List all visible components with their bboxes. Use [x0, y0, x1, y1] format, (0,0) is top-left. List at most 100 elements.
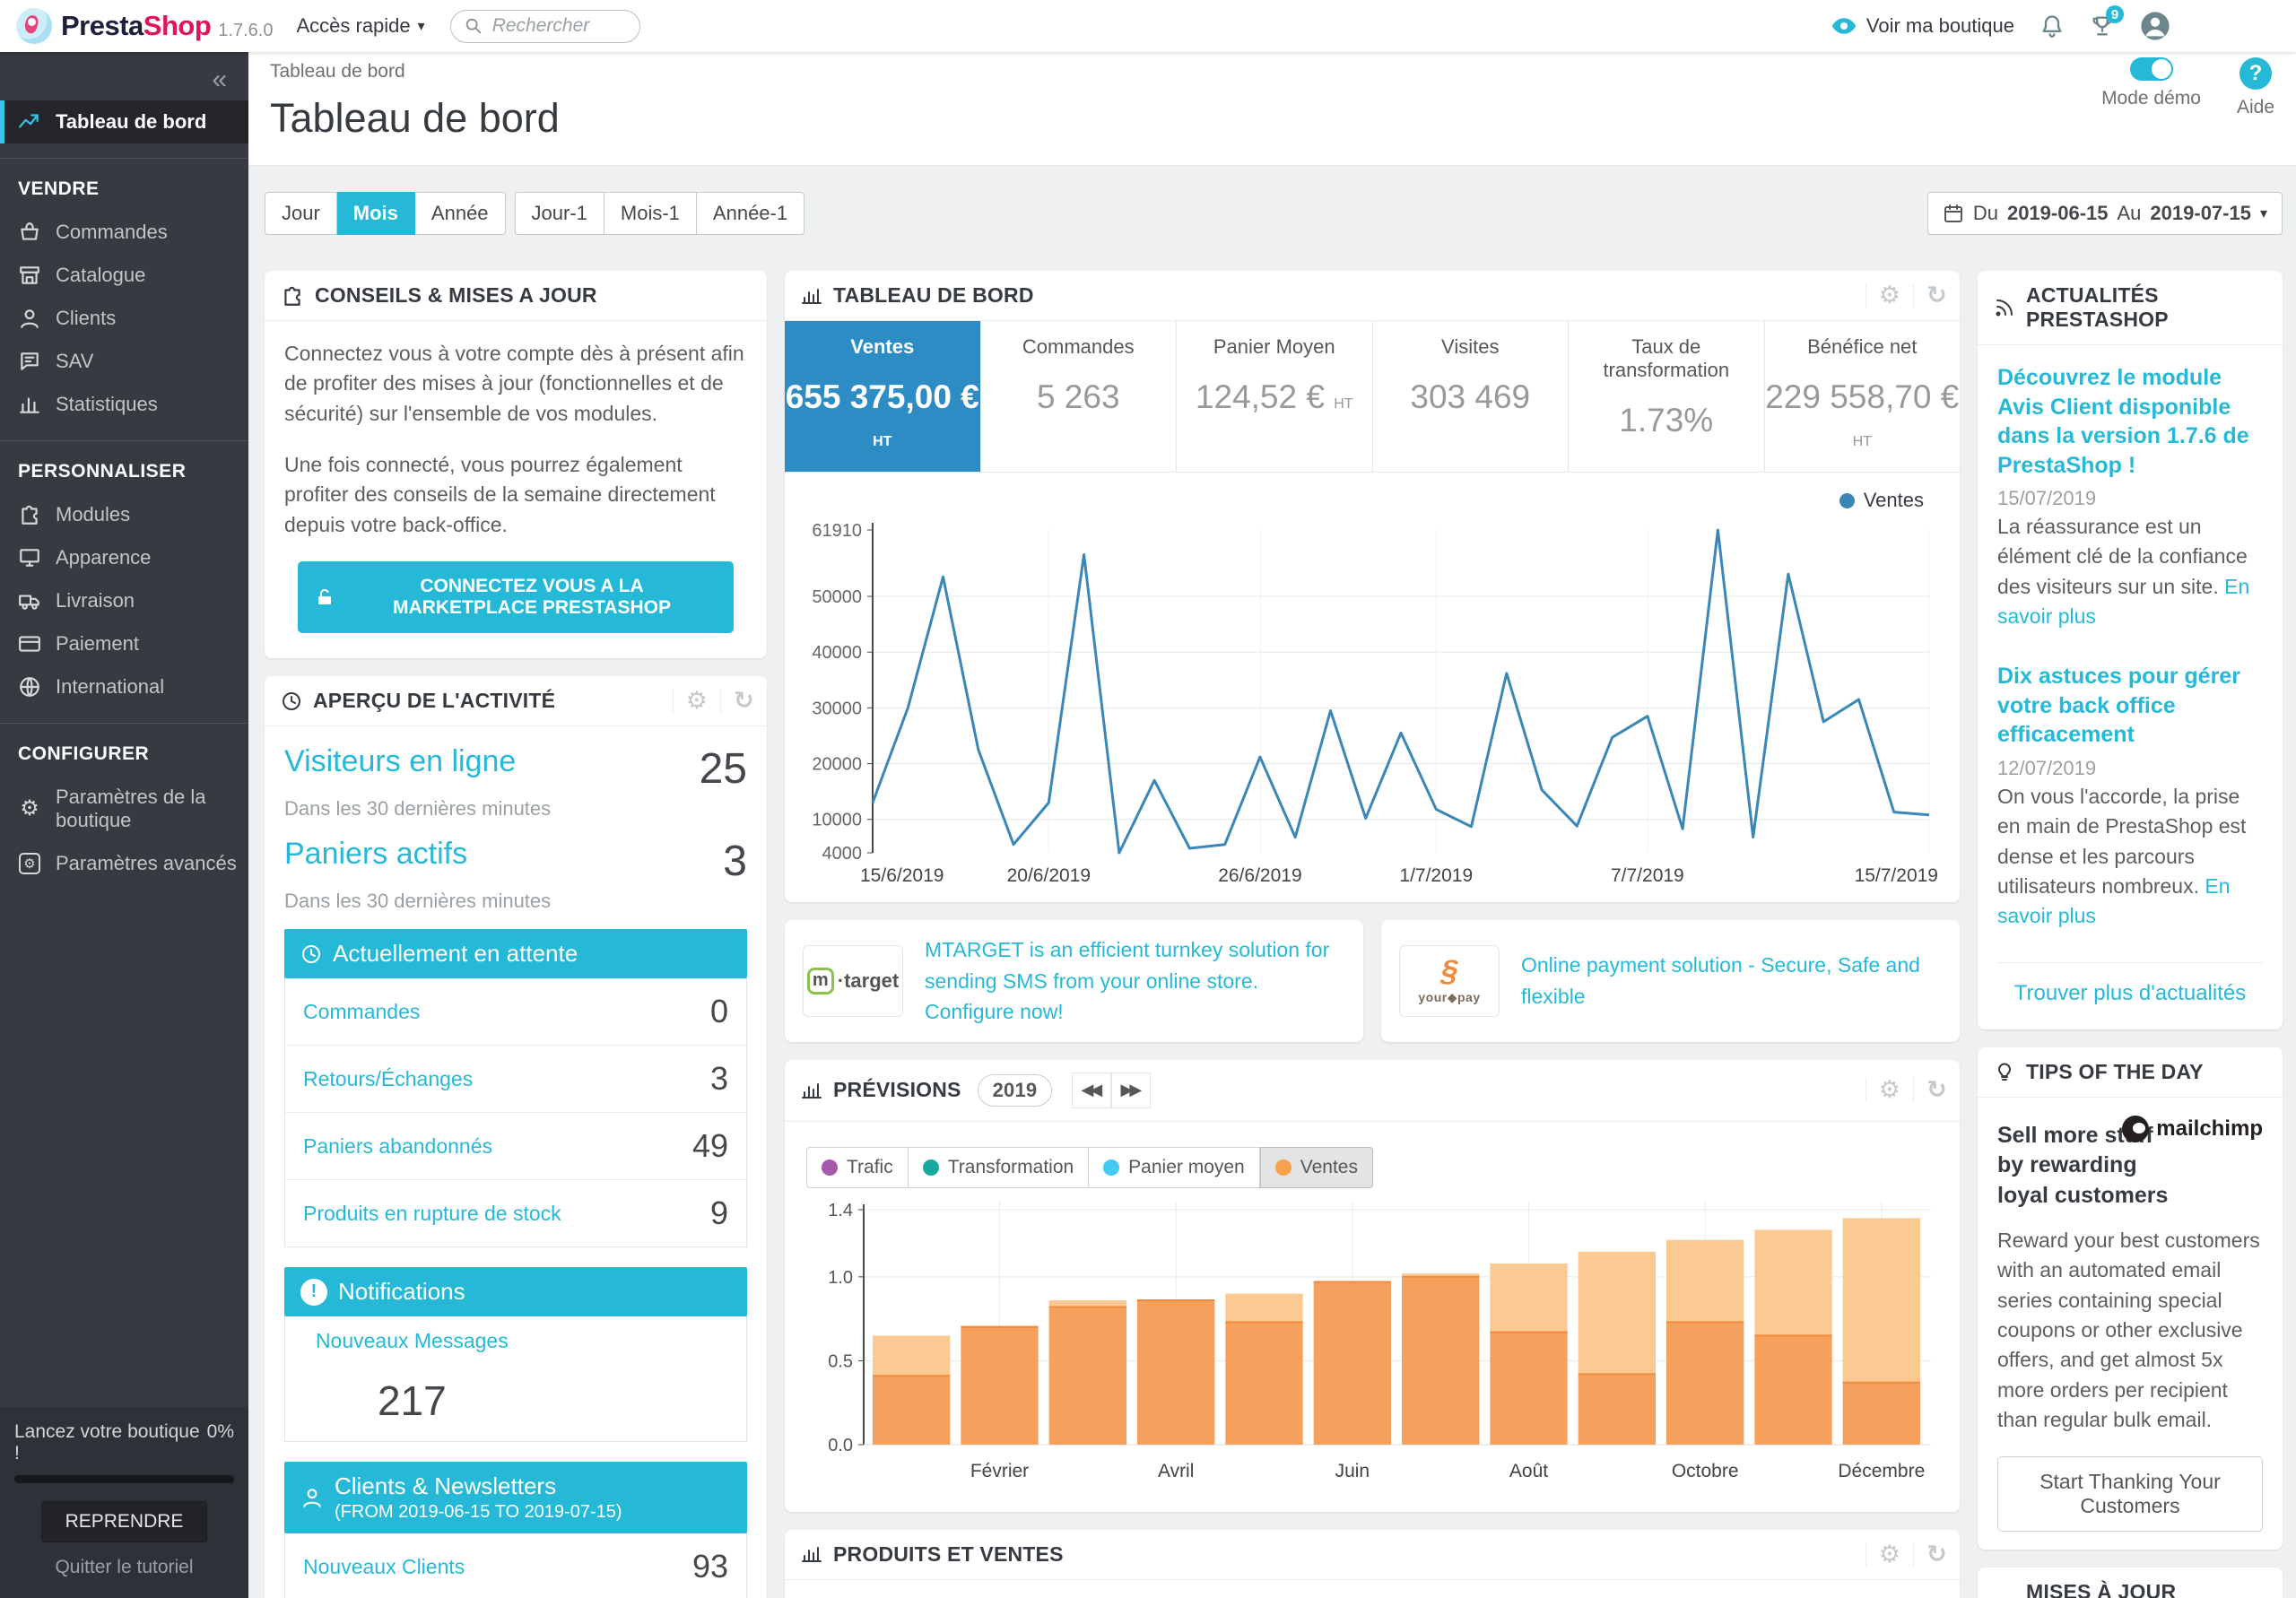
sidebar-item-modules[interactable]: Modules [0, 493, 248, 536]
online-visitors-link[interactable]: Visiteurs en ligne [284, 744, 516, 779]
sidebar-collapse-button[interactable]: « [0, 52, 248, 100]
settings-gear-button[interactable]: ⚙ [1866, 1078, 1913, 1102]
attente-link[interactable]: Paniers abandonnés [303, 1134, 492, 1159]
legend-button-trafic[interactable]: Trafic [806, 1147, 909, 1188]
legend-button-panier-moyen[interactable]: Panier moyen [1089, 1147, 1260, 1188]
tips-cta-button[interactable]: Start Thanking Your Customers [1997, 1456, 2263, 1532]
attente-link[interactable]: Retours/Échanges [303, 1067, 473, 1091]
sidebar-item-clients[interactable]: Clients [0, 297, 248, 340]
sidebar-item-param-tres-de-la-boutique[interactable]: ⚙Paramètres de la boutique [0, 776, 248, 842]
clients-link[interactable]: Nouveaux Clients [303, 1555, 465, 1579]
svg-text:15/6/2019: 15/6/2019 [860, 865, 944, 886]
sidebar-item-international[interactable]: International [0, 665, 248, 708]
kpi-ventes[interactable]: Ventes 655 375,00 € HT [785, 321, 981, 472]
sidebar-item-paiement[interactable]: Paiement [0, 622, 248, 665]
svg-text:7/7/2019: 7/7/2019 [1611, 865, 1684, 886]
news-item-title[interactable]: Découvrez le module Avis Client disponib… [1997, 363, 2263, 480]
attente-link[interactable]: Produits en rupture de stock [303, 1202, 561, 1226]
new-messages-value: 217 [285, 1377, 539, 1425]
refresh-button[interactable]: ↻ [1913, 1542, 1960, 1567]
kpi-panier-moyen[interactable]: Panier Moyen 124,52 € HT [1177, 321, 1373, 472]
kpi-b-n-fice-net[interactable]: Bénéfice net 229 558,70 € HT [1765, 321, 1961, 472]
refresh-button[interactable]: ↻ [1913, 283, 1960, 308]
sidebar-item-commandes[interactable]: Commandes [0, 211, 248, 254]
resume-tutorial-button[interactable]: REPRENDRE [41, 1501, 208, 1542]
breadcrumb[interactable]: Tableau de bord [270, 61, 2274, 83]
settings-gear-button[interactable]: ⚙ [1866, 1542, 1913, 1567]
puzzle-icon [281, 284, 304, 308]
legend-button-transformation[interactable]: Transformation [909, 1147, 1089, 1188]
banner-yourpay[interactable]: § your◆pay Online payment solution - Sec… [1381, 920, 1960, 1042]
sidebar-item-apparence[interactable]: Apparence [0, 536, 248, 579]
globe-icon [18, 675, 41, 699]
kpi-commandes[interactable]: Commandes 5 263 [981, 321, 1178, 472]
legend-button-ventes[interactable]: Ventes [1260, 1147, 1373, 1188]
range-button-jour-1[interactable]: Jour-1 [515, 192, 604, 235]
gearbox-icon: ⚙ [18, 853, 41, 874]
range-button-année[interactable]: Année [415, 192, 506, 235]
toggle-on-icon[interactable] [2130, 57, 2173, 81]
panel-dashboard: TABLEAU DE BORD ⚙↻ Ventes 655 375,00 € H… [785, 271, 1960, 902]
account-avatar-button[interactable] [2140, 11, 2170, 41]
attente-link[interactable]: Commandes [303, 1000, 420, 1024]
sidebar-section-title: CONFIGURER [0, 724, 248, 776]
version-label: 1.7.6.0 [218, 21, 273, 41]
launch-progress-bar [14, 1475, 234, 1483]
range-button-mois-1[interactable]: Mois-1 [604, 192, 697, 235]
attente-row: Retours/Échanges 3 [285, 1045, 746, 1112]
quit-tutorial-link[interactable]: Quitter le tutoriel [14, 1557, 234, 1578]
svg-text:1/7/2019: 1/7/2019 [1399, 865, 1473, 886]
achievements-trophy-button[interactable]: 9 [2090, 13, 2115, 39]
kpi-visites[interactable]: Visites 303 469 [1373, 321, 1570, 472]
sidebar-item-sav[interactable]: SAV [0, 340, 248, 383]
year-pill: 2019 [978, 1074, 1053, 1107]
clock-icon [281, 690, 302, 712]
svg-text:61910: 61910 [812, 521, 862, 541]
search-box[interactable] [450, 10, 640, 43]
view-shop-link[interactable]: Voir ma boutique [1831, 13, 2014, 39]
kpi-taux-de-transformation[interactable]: Taux de transformation 1.73% [1569, 321, 1765, 472]
refresh-button[interactable]: ↻ [1913, 1078, 1960, 1102]
panel-produits: PRODUITS ET VENTES ⚙↻ COMMANDES RÉCENTES… [785, 1530, 1960, 1598]
svg-text:Octobre: Octobre [1672, 1461, 1739, 1481]
range-button-mois[interactable]: Mois [337, 192, 415, 235]
news-item-date: 15/07/2019 [1997, 487, 2263, 510]
notifications-bell-button[interactable] [2039, 13, 2065, 39]
news-item-title[interactable]: Dix astuces pour gérer votre back office… [1997, 662, 2263, 750]
search-input[interactable] [492, 15, 627, 37]
svg-text:4000: 4000 [822, 844, 863, 864]
date-range-picker-button[interactable]: Du2019-06-15 Au2019-07-15 ▾ [1927, 192, 2283, 235]
help-button[interactable]: ? Aide [2237, 57, 2274, 118]
settings-gear-button[interactable]: ⚙ [673, 689, 720, 713]
launch-progress-percent: 0% [207, 1421, 234, 1464]
mtarget-logo: m·target [803, 945, 903, 1017]
new-messages-link[interactable]: Nouveaux Messages [316, 1329, 509, 1352]
svg-text:Avril: Avril [1158, 1461, 1194, 1481]
marketplace-connect-button[interactable]: CONNECTEZ VOUS A LA MARKETPLACE PRESTASH… [298, 561, 733, 633]
banner-mtarget[interactable]: m·target MTARGET is an efficient turnkey… [785, 920, 1363, 1042]
stats-icon [18, 393, 41, 416]
sidebar-item-catalogue[interactable]: Catalogue [0, 254, 248, 297]
attente-value: 9 [710, 1194, 728, 1232]
sidebar-item-livraison[interactable]: Livraison [0, 579, 248, 622]
quick-access-menu[interactable]: Accès rapide▾ [296, 14, 424, 38]
sidebar-item-param-tres-avanc-s[interactable]: ⚙Paramètres avancés [0, 842, 248, 885]
more-news-link[interactable]: Trouver plus d'actualités [2014, 981, 2246, 1005]
refresh-button[interactable]: ↻ [720, 689, 767, 713]
previous-year-button[interactable]: ◀◀ [1072, 1073, 1111, 1108]
svg-text:1.0: 1.0 [828, 1267, 853, 1287]
trending-up-icon [18, 110, 41, 134]
range-button-jour[interactable]: Jour [265, 192, 337, 235]
sidebar-item-statistiques[interactable]: Statistiques [0, 383, 248, 426]
settings-gear-button[interactable]: ⚙ [1866, 283, 1913, 308]
demo-mode-toggle[interactable]: Mode démo [2101, 57, 2201, 109]
svg-text:Août: Août [1509, 1461, 1548, 1481]
trophy-badge: 9 [2106, 5, 2124, 23]
range-button-année-1[interactable]: Année-1 [697, 192, 804, 235]
attente-value: 49 [692, 1127, 728, 1165]
active-carts-link[interactable]: Paniers actifs [284, 837, 467, 872]
next-year-button[interactable]: ▶▶ [1111, 1073, 1151, 1108]
gear-icon: ⚙ [18, 798, 41, 820]
sidebar-item-tableau-de-bord[interactable]: Tableau de bord [0, 100, 248, 143]
basket-icon [18, 221, 41, 244]
